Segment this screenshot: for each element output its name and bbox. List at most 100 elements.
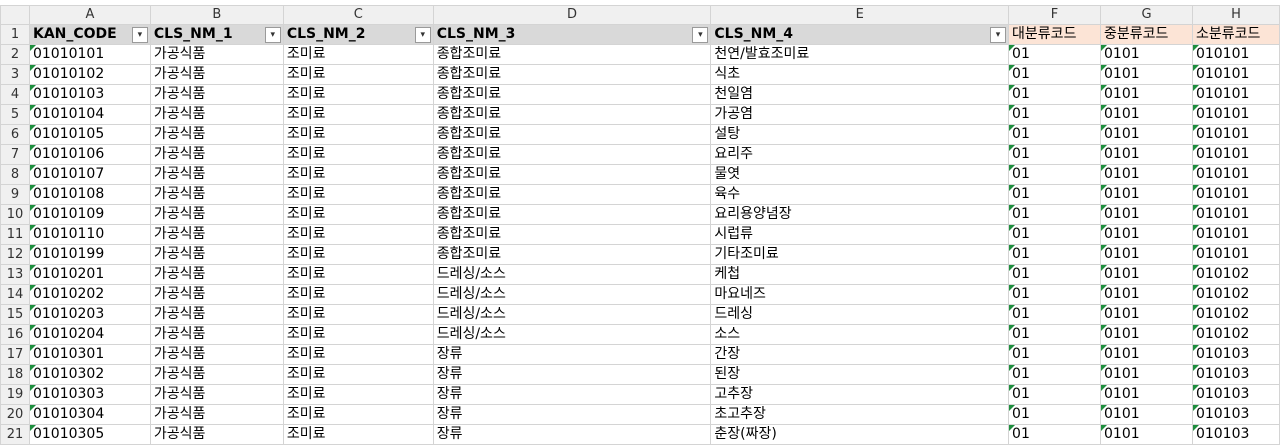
cell-b[interactable]: 가공식품	[149, 44, 284, 65]
cell-a[interactable]: 01010105	[28, 124, 151, 145]
filter-dropdown-icon[interactable]: ▾	[131, 27, 148, 43]
cell-h[interactable]: 010101	[1191, 144, 1280, 165]
cell-g[interactable]: 0101	[1100, 424, 1193, 445]
cell-f[interactable]: 01	[1008, 384, 1101, 405]
cell-d[interactable]: 드레싱/소스	[432, 324, 712, 345]
cell-a[interactable]: 01010104	[28, 104, 151, 125]
row-header[interactable]: 19	[0, 384, 30, 405]
row-header[interactable]: 11	[0, 224, 30, 245]
cell-e[interactable]: 간장	[710, 344, 1010, 365]
cell-h[interactable]: 010101	[1191, 44, 1280, 65]
cell-c[interactable]: 조미료	[282, 224, 434, 245]
cell-e[interactable]: 가공염	[710, 104, 1010, 125]
cell-a[interactable]: 01010109	[28, 204, 151, 225]
cell-g[interactable]: 0101	[1100, 384, 1193, 405]
cell-c[interactable]: 조미료	[282, 204, 434, 225]
cell-g[interactable]: 0101	[1100, 64, 1193, 85]
cell-c[interactable]: 조미료	[282, 104, 434, 125]
cell-c[interactable]: 조미료	[282, 344, 434, 365]
cell-f[interactable]: 01	[1008, 44, 1101, 65]
cell-b[interactable]: 가공식품	[149, 264, 284, 285]
cell-a[interactable]: 01010107	[28, 164, 151, 185]
cell-g[interactable]: 0101	[1100, 204, 1193, 225]
cell-g[interactable]: 0101	[1100, 404, 1193, 425]
cell-h[interactable]: 010103	[1191, 404, 1280, 425]
row-header[interactable]: 12	[0, 244, 30, 265]
cell-g[interactable]: 0101	[1100, 44, 1193, 65]
cell-g[interactable]: 0101	[1100, 224, 1193, 245]
header-cell-cls-nm-1[interactable]: CLS_NM_1 ▾	[149, 24, 284, 45]
cell-b[interactable]: 가공식품	[149, 184, 284, 205]
cell-b[interactable]: 가공식품	[149, 224, 284, 245]
cell-f[interactable]: 01	[1008, 124, 1101, 145]
cell-c[interactable]: 조미료	[282, 384, 434, 405]
cell-h[interactable]: 010103	[1191, 344, 1280, 365]
cell-f[interactable]: 01	[1008, 404, 1101, 425]
cell-h[interactable]: 010101	[1191, 84, 1280, 105]
cell-b[interactable]: 가공식품	[149, 424, 284, 445]
cell-d[interactable]: 종합조미료	[432, 64, 712, 85]
cell-f[interactable]: 01	[1008, 244, 1101, 265]
header-cell-cls-nm-2[interactable]: CLS_NM_2 ▾	[282, 24, 434, 45]
cell-d[interactable]: 종합조미료	[432, 104, 712, 125]
cell-b[interactable]: 가공식품	[149, 284, 284, 305]
cell-h[interactable]: 010102	[1191, 304, 1280, 325]
cell-a[interactable]: 01010110	[28, 224, 151, 245]
cell-b[interactable]: 가공식품	[149, 244, 284, 265]
cell-a[interactable]: 01010199	[28, 244, 151, 265]
cell-g[interactable]: 0101	[1100, 304, 1193, 325]
cell-c[interactable]: 조미료	[282, 184, 434, 205]
cell-d[interactable]: 종합조미료	[432, 224, 712, 245]
cell-h[interactable]: 010101	[1191, 64, 1280, 85]
row-header[interactable]: 9	[0, 184, 30, 205]
cell-d[interactable]: 종합조미료	[432, 184, 712, 205]
cell-f[interactable]: 01	[1008, 364, 1101, 385]
cell-f[interactable]: 01	[1008, 84, 1101, 105]
cell-c[interactable]: 조미료	[282, 44, 434, 65]
cell-c[interactable]: 조미료	[282, 364, 434, 385]
cell-c[interactable]: 조미료	[282, 144, 434, 165]
cell-d[interactable]: 종합조미료	[432, 204, 712, 225]
cell-d[interactable]: 장류	[432, 424, 712, 445]
cell-c[interactable]: 조미료	[282, 124, 434, 145]
cell-g[interactable]: 0101	[1100, 164, 1193, 185]
cell-e[interactable]: 소스	[710, 324, 1010, 345]
cell-h[interactable]: 010101	[1191, 164, 1280, 185]
cell-d[interactable]: 드레싱/소스	[432, 304, 712, 325]
cell-e[interactable]: 요리용양념장	[710, 204, 1010, 225]
row-header[interactable]: 13	[0, 264, 30, 285]
cell-g[interactable]: 0101	[1100, 144, 1193, 165]
cell-e[interactable]: 물엿	[710, 164, 1010, 185]
cell-e[interactable]: 춘장(짜장)	[710, 424, 1010, 445]
row-header[interactable]: 15	[0, 304, 30, 325]
cell-d[interactable]: 장류	[432, 344, 712, 365]
cell-b[interactable]: 가공식품	[149, 204, 284, 225]
cell-a[interactable]: 01010202	[28, 284, 151, 305]
row-header[interactable]: 6	[0, 124, 30, 145]
cell-e[interactable]: 마요네즈	[710, 284, 1010, 305]
row-header[interactable]: 21	[0, 424, 30, 445]
cell-f[interactable]: 01	[1008, 204, 1101, 225]
cell-h[interactable]: 010102	[1191, 284, 1280, 305]
cell-d[interactable]: 종합조미료	[432, 144, 712, 165]
cell-a[interactable]: 01010305	[28, 424, 151, 445]
cell-h[interactable]: 010101	[1191, 224, 1280, 245]
row-header[interactable]: 20	[0, 404, 30, 425]
cell-d[interactable]: 종합조미료	[432, 244, 712, 265]
cell-h[interactable]: 010103	[1191, 364, 1280, 385]
cell-h[interactable]: 010101	[1191, 104, 1280, 125]
cell-a[interactable]: 01010201	[28, 264, 151, 285]
cell-d[interactable]: 장류	[432, 404, 712, 425]
cell-b[interactable]: 가공식품	[149, 164, 284, 185]
spreadsheet-grid[interactable]: A B C D E F G H 1 KAN_CODE ▾ CLS_NM_1 ▾ CL…	[0, 0, 1280, 447]
cell-c[interactable]: 조미료	[282, 84, 434, 105]
cell-h[interactable]: 010101	[1191, 184, 1280, 205]
column-header-a[interactable]: A	[28, 5, 151, 25]
row-header[interactable]: 10	[0, 204, 30, 225]
cell-e[interactable]: 시럽류	[710, 224, 1010, 245]
column-header-c[interactable]: C	[282, 5, 434, 25]
cell-a[interactable]: 01010101	[28, 44, 151, 65]
cell-d[interactable]: 드레싱/소스	[432, 264, 712, 285]
cell-e[interactable]: 육수	[710, 184, 1010, 205]
cell-h[interactable]: 010101	[1191, 204, 1280, 225]
